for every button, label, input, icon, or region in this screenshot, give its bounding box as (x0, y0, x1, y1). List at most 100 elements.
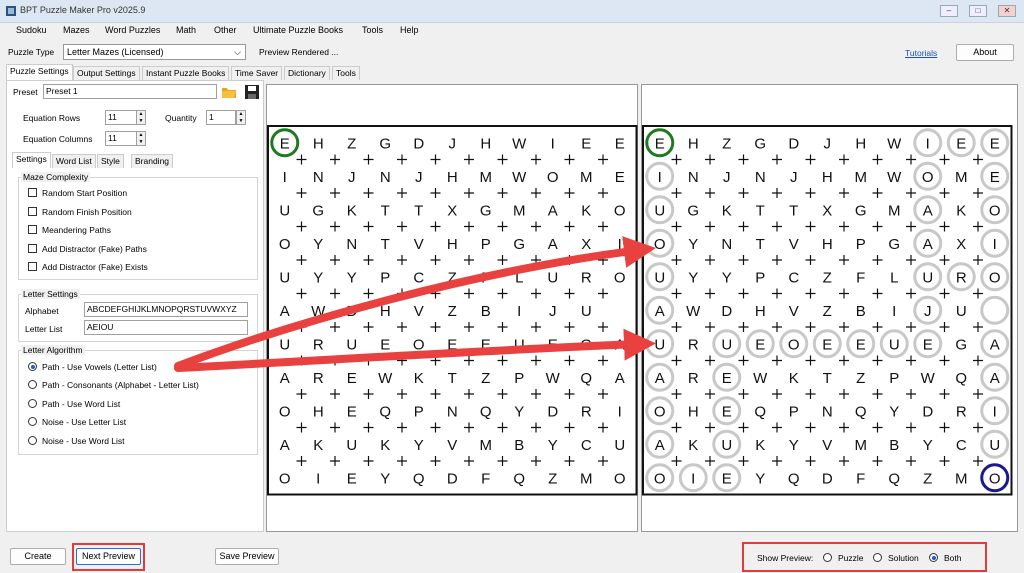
solution-grid-letter: B (856, 303, 866, 320)
puzzle-grid-letter: D (447, 470, 458, 487)
puzzle-grid-letter: T (381, 236, 390, 253)
solution-grid-letter: A (655, 437, 665, 454)
solution-grid-letter: V (789, 303, 799, 320)
puzzle-grid-letter: M (513, 202, 526, 219)
show-preview-label: Show Preview: (757, 553, 814, 563)
puzzle-grid-letter: V (414, 236, 424, 253)
solution-grid-letter: K (722, 202, 732, 219)
puzzle-grid-letter: K (414, 370, 424, 387)
solution-grid-letter: I (691, 470, 695, 487)
puzzle-grid-letter: A (548, 236, 558, 253)
solution-grid-letter: R (688, 336, 699, 353)
puzzle-grid-letter: U (581, 303, 592, 320)
solution-grid-letter: R (956, 269, 967, 286)
puzzle-grid-letter: O (279, 470, 291, 487)
solution-grid-letter: G (855, 202, 867, 219)
solution-grid-letter: M (888, 202, 901, 219)
puzzle-grid-letter: Q (379, 403, 391, 420)
solution-grid-letter: E (722, 370, 732, 387)
puzzle-grid-letter: Y (313, 269, 323, 286)
puzzle-grid-letter: H (313, 135, 324, 152)
puzzle-grid-letter: O (279, 236, 291, 253)
solution-grid-letter: A (923, 236, 933, 253)
solution-grid-letter: Z (923, 470, 932, 487)
puzzle-grid-letter: D (547, 403, 558, 420)
solution-grid-letter: P (889, 370, 899, 387)
puzzle-grid-letter: K (347, 202, 357, 219)
solution-grid-letter: R (956, 403, 967, 420)
solution-grid-letter: N (688, 169, 699, 186)
solution-grid-letter: E (655, 135, 665, 152)
puzzle-grid-letter: O (547, 169, 559, 186)
solution-grid-letter: Q (888, 470, 900, 487)
puzzle-grid-letter: Y (548, 437, 558, 454)
puzzle-grid-letter: I (618, 403, 622, 420)
preview-puzzle-radio[interactable] (823, 553, 832, 562)
puzzle-grid-letter: B (514, 437, 524, 454)
solution-grid-letter: G (888, 236, 900, 253)
puzzle-grid-letter: J (549, 303, 557, 320)
solution-grid-letter: G (754, 135, 766, 152)
solution-grid-letter: T (823, 370, 832, 387)
puzzle-grid-letter: A (280, 370, 290, 387)
solution-grid-letter: I (926, 135, 930, 152)
next-preview-button[interactable]: Next Preview (76, 548, 141, 565)
puzzle-grid-letter: Y (514, 403, 524, 420)
preview-both-radio[interactable] (929, 553, 938, 562)
puzzle-grid-letter: I (517, 303, 521, 320)
preview-solution-radio[interactable] (873, 553, 882, 562)
save-preview-button[interactable]: Save Preview (215, 548, 279, 565)
solution-grid-letter: J (824, 135, 832, 152)
puzzle-grid-letter: G (513, 236, 525, 253)
solution-grid-letter: U (654, 336, 665, 353)
puzzle-grid-letter: V (447, 437, 457, 454)
puzzle-grid-letter: H (480, 135, 491, 152)
solution-grid-letter: E (990, 135, 1000, 152)
puzzle-grid-letter: E (615, 135, 625, 152)
solution-grid-letter: D (822, 470, 833, 487)
solution-grid-letter: T (756, 236, 765, 253)
solution-grid-letter: I (892, 303, 896, 320)
solution-grid-letter: T (756, 202, 765, 219)
puzzle-grid-letter: P (481, 236, 491, 253)
solution-grid-letter: W (753, 370, 768, 387)
solution-grid-letter: Y (722, 269, 732, 286)
puzzle-grid-letter: U (614, 437, 625, 454)
solution-grid-letter: M (955, 470, 968, 487)
solution-grid-letter: O (989, 202, 1001, 219)
create-button[interactable]: Create (10, 548, 66, 565)
puzzle-grid-letter: Y (313, 236, 323, 253)
puzzle-grid-letter: K (313, 437, 323, 454)
solution-grid-letter: W (887, 135, 902, 152)
solution-grid-letter: Q (788, 470, 800, 487)
puzzle-grid-letter: C (413, 269, 424, 286)
solution-grid-letter: U (654, 269, 665, 286)
puzzle-grid-letter: U (279, 269, 290, 286)
puzzle-grid-letter: E (347, 403, 357, 420)
solution-grid-letter: F (856, 470, 865, 487)
solution-grid-letter: N (822, 403, 833, 420)
puzzle-grid-letter: W (512, 135, 527, 152)
puzzle-grid-letter: D (413, 135, 424, 152)
puzzle-grid-letter: Y (380, 470, 390, 487)
puzzle-grid-letter: J (449, 135, 457, 152)
puzzle-grid-letter: W (512, 169, 527, 186)
solution-grid-letter: W (921, 370, 936, 387)
solution-grid-letter: G (955, 336, 967, 353)
solution-grid-letter: O (788, 336, 800, 353)
solution-grid-letter: U (654, 202, 665, 219)
solution-grid-letter: Y (889, 403, 899, 420)
puzzle-grid-letter: E (380, 336, 390, 353)
solution-grid-letter: M (955, 169, 968, 186)
puzzle-grid-letter: O (614, 269, 626, 286)
solution-grid-letter: H (822, 236, 833, 253)
solution-grid-letter: M (855, 169, 868, 186)
puzzle-grid-letter: W (378, 370, 393, 387)
puzzle-grid-letter: U (279, 336, 290, 353)
puzzle-grid-letter: E (347, 370, 357, 387)
solution-grid-letter: X (822, 202, 832, 219)
puzzle-grid-letter: R (313, 336, 324, 353)
solution-grid-letter: H (855, 135, 866, 152)
puzzle-grid-letter: E (280, 135, 290, 152)
puzzle-grid-letter: A (280, 303, 290, 320)
